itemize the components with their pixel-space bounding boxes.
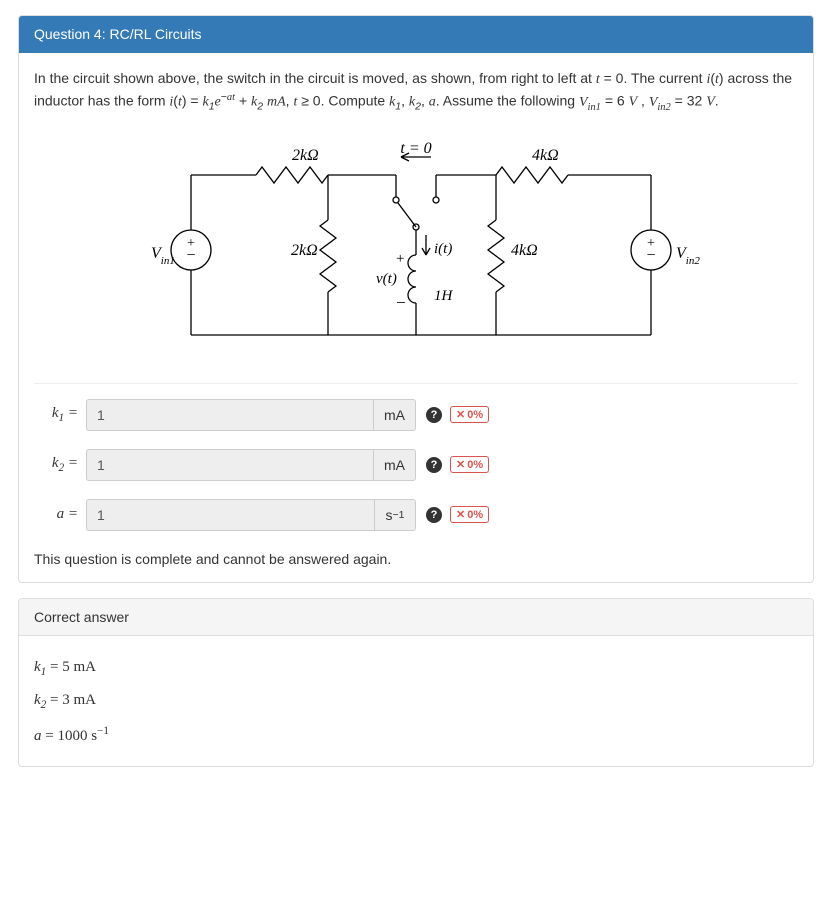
problem-statement: In the circuit shown above, the switch i…	[34, 68, 798, 115]
label-it: i(t)	[434, 241, 452, 257]
input-row-a: a = s−1 ? ✕ 0%	[34, 499, 798, 531]
help-icon[interactable]: ?	[426, 457, 442, 473]
correct-answer-body: k1 = 5 mA k2 = 3 mA a = 1000 s−1	[19, 636, 813, 766]
k1-unit: mA	[373, 399, 416, 431]
a-label: a =	[34, 506, 86, 523]
svg-text:−: −	[186, 247, 195, 264]
correct-answer-header: Correct answer	[19, 599, 813, 636]
label-L: 1H	[434, 288, 454, 304]
answer-k1: k1 = 5 mA	[34, 651, 798, 684]
k2-score-badge: ✕ 0%	[450, 456, 489, 473]
k2-label: k2 =	[34, 455, 86, 474]
k1-input[interactable]	[86, 399, 373, 431]
correct-answer-panel: Correct answer k1 = 5 mA k2 = 3 mA a = 1…	[18, 598, 814, 767]
close-icon: ✕	[456, 508, 465, 521]
label-r-mid-right: 4kΩ	[511, 242, 538, 259]
k2-unit: mA	[373, 449, 416, 481]
close-icon: ✕	[456, 458, 465, 471]
label-r-top-left: 2kΩ	[292, 147, 319, 164]
answer-a: a = 1000 s−1	[34, 717, 798, 751]
help-icon[interactable]: ?	[426, 507, 442, 523]
svg-text:−: −	[646, 247, 655, 264]
circuit-diagram: + − + − 2kΩ 4kΩ t = 0 2kΩ 4kΩ Vin1 Vin2 …	[34, 125, 798, 384]
label-vin2: Vin2	[676, 245, 700, 267]
input-row-k1: k1 = mA ? ✕ 0%	[34, 399, 798, 431]
complete-message: This question is complete and cannot be …	[34, 551, 798, 567]
a-score-badge: ✕ 0%	[450, 506, 489, 523]
label-vt-plus: +	[396, 251, 404, 267]
label-r-top-right: 4kΩ	[532, 147, 559, 164]
label-vt-minus: −	[396, 293, 406, 312]
a-unit: s−1	[374, 499, 416, 531]
question-panel: Question 4: RC/RL Circuits In the circui…	[18, 15, 814, 583]
label-r-mid-left: 2kΩ	[291, 242, 318, 259]
input-row-k2: k2 = mA ? ✕ 0%	[34, 449, 798, 481]
k1-score-badge: ✕ 0%	[450, 406, 489, 423]
help-icon[interactable]: ?	[426, 407, 442, 423]
question-header: Question 4: RC/RL Circuits	[18, 15, 814, 53]
k1-label: k1 =	[34, 405, 86, 424]
k2-input[interactable]	[86, 449, 373, 481]
close-icon: ✕	[456, 408, 465, 421]
question-body: In the circuit shown above, the switch i…	[19, 53, 813, 582]
label-t0: t = 0	[400, 140, 431, 157]
label-vt: v(t)	[376, 271, 397, 287]
answer-k2: k2 = 3 mA	[34, 684, 798, 717]
a-input[interactable]	[86, 499, 374, 531]
